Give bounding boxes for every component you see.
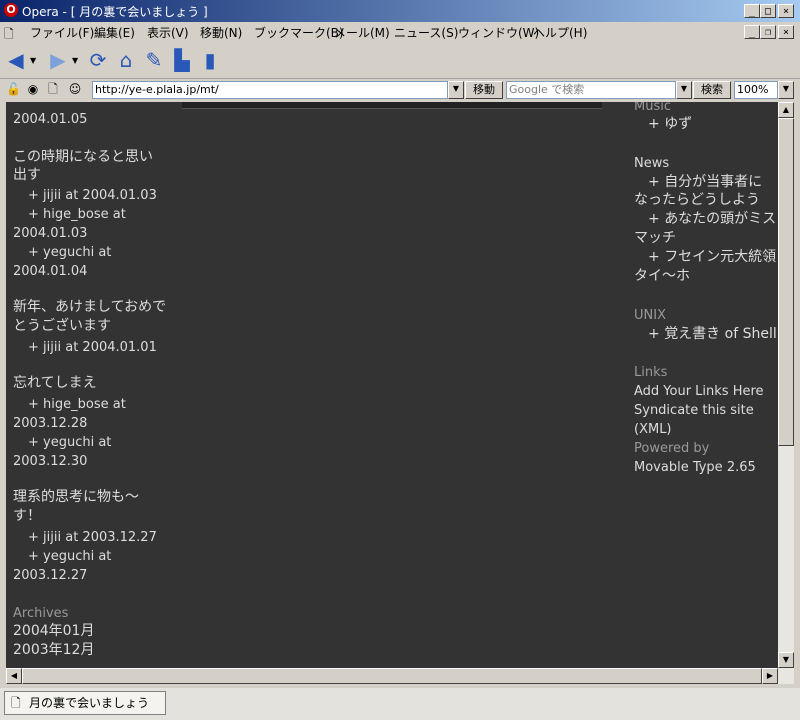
comment-link[interactable]: + jijii at 2003.12.27 xyxy=(28,528,157,547)
doc-minimize-button[interactable]: _ xyxy=(744,25,760,39)
comment-link[interactable]: + yeguchi at xyxy=(28,547,111,566)
news-item[interactable]: + 自分が当事者に xyxy=(648,173,762,192)
menu-file[interactable]: ファイル(F) xyxy=(30,24,94,41)
unix-item[interactable]: + 覚え書き of Shell xyxy=(648,325,777,344)
comment-link[interactable]: + jijii at 2004.01.03 xyxy=(28,186,157,205)
page-icon[interactable]: ▮ xyxy=(198,48,222,72)
comment-date: 2003.12.27 xyxy=(13,568,88,583)
page-tab-icon: 🗋 xyxy=(11,696,21,710)
archive-link[interactable]: 2004年01月 xyxy=(13,622,94,641)
forward-history-icon[interactable]: ▼ xyxy=(72,56,78,65)
go-button[interactable]: 移動 xyxy=(465,81,503,99)
post-title[interactable]: 新年、あけましておめで xyxy=(13,298,166,317)
home-icon[interactable]: ⌂ xyxy=(114,48,138,72)
link-item[interactable]: Add Your Links Here xyxy=(634,382,764,401)
entry-date: 2004.01.05 xyxy=(13,112,88,127)
music-heading: Music xyxy=(634,102,671,114)
menu-edit[interactable]: 編集(E) xyxy=(94,24,135,41)
movable-type-link[interactable]: Movable Type 2.65 xyxy=(634,458,756,477)
syndicate-link[interactable]: Syndicate this site xyxy=(634,401,754,420)
comment-date: 2003.12.28 xyxy=(13,416,88,431)
menu-mail[interactable]: メール(M) xyxy=(334,24,390,41)
opera-logo-icon: O xyxy=(4,3,18,17)
menu-view[interactable]: 表示(V) xyxy=(147,24,189,41)
xml-link[interactable]: (XML) xyxy=(634,420,672,439)
scroll-down-button[interactable]: ▼ xyxy=(778,652,794,668)
security-icon[interactable]: 🔓 xyxy=(6,82,21,96)
menu-bookmarks[interactable]: ブックマーク(B) xyxy=(254,24,344,41)
comment-date: 2003.12.30 xyxy=(13,454,88,469)
center-divider xyxy=(182,102,602,109)
doc-restore-button[interactable]: ❐ xyxy=(760,25,776,39)
post-title[interactable]: 忘れてしまえ xyxy=(13,374,97,393)
news-item-cont[interactable]: タイ〜ホ xyxy=(634,267,690,286)
doc-close-button[interactable]: × xyxy=(778,25,794,39)
window-title: Opera - [ 月の裏で会いましょう ] xyxy=(22,5,208,19)
news-heading: News xyxy=(634,156,670,171)
post-title[interactable]: とうございます xyxy=(13,317,111,336)
page-content: 2004.01.05 この時期になると思い 出す + jijii at 2004… xyxy=(6,102,778,668)
reload-icon[interactable]: ⟳ xyxy=(86,48,110,72)
post-title[interactable]: この時期になると思い xyxy=(13,148,153,167)
zoom-dropdown-button[interactable]: ▼ xyxy=(778,81,794,99)
back-icon[interactable]: ◀ xyxy=(4,48,28,72)
url-input[interactable]: http://ye-e.plala.jp/mt/ xyxy=(92,81,448,99)
post-title[interactable]: 出す xyxy=(13,166,41,185)
vertical-scrollbar[interactable]: ▲ ▼ xyxy=(778,102,794,668)
news-item[interactable]: + フセイン元大統領 xyxy=(648,248,776,267)
search-input[interactable]: Google で検索 xyxy=(506,81,676,99)
archives-heading: Archives xyxy=(13,606,69,621)
hotlist-icon[interactable]: ✎ xyxy=(142,48,166,72)
menu-help[interactable]: ヘルプ(H) xyxy=(533,24,587,41)
music-item[interactable]: + ゆず xyxy=(648,115,692,134)
post-title[interactable]: す！ xyxy=(13,507,41,526)
url-dropdown-button[interactable]: ▼ xyxy=(448,81,464,99)
address-bar: 🔓 ◉ 🗋 ☺ http://ye-e.plala.jp/mt/ ▼ 移動 Go… xyxy=(0,79,800,101)
unix-heading: UNIX xyxy=(634,308,666,323)
post-title[interactable]: 理系的思考に物も〜 xyxy=(13,488,139,507)
menu-news[interactable]: ニュース(S) xyxy=(394,24,458,41)
horizontal-scrollbar[interactable]: ◀ ▶ xyxy=(6,668,794,684)
links-heading: Links xyxy=(634,365,668,380)
archive-link[interactable]: 2003年12月 xyxy=(13,641,94,660)
menu-navigate[interactable]: 移動(N) xyxy=(200,24,242,41)
comment-date: 2004.01.03 xyxy=(13,226,88,241)
horizontal-scroll-thumb[interactable] xyxy=(22,668,762,684)
toolbar: ◀ ▼ ▶ ▼ ⟳ ⌂ ✎ ▙ ▮ xyxy=(0,42,800,79)
menu-window[interactable]: ウィンドウ(W) xyxy=(458,24,539,41)
comment-link[interactable]: + hige_bose at xyxy=(28,395,126,414)
camera-icon[interactable]: ◉ xyxy=(26,82,40,96)
news-item-cont[interactable]: なったらどうしよう xyxy=(634,191,760,210)
comment-link[interactable]: + yeguchi at xyxy=(28,433,111,452)
scroll-right-button[interactable]: ▶ xyxy=(762,668,778,684)
page-tab-title: 月の裏で会いましょう xyxy=(29,696,150,710)
scroll-left-button[interactable]: ◀ xyxy=(6,668,22,684)
comment-link[interactable]: + jijii at 2004.01.01 xyxy=(28,338,157,357)
powered-by-label: Powered by xyxy=(634,441,710,456)
vertical-scroll-thumb[interactable] xyxy=(778,118,794,446)
menu-bar: 🗋 ファイル(F) 編集(E) 表示(V) 移動(N) ブックマーク(B) メー… xyxy=(0,22,800,42)
forward-icon[interactable]: ▶ xyxy=(46,48,70,72)
scroll-up-button[interactable]: ▲ xyxy=(778,102,794,118)
minimize-button[interactable]: _ xyxy=(744,4,760,18)
user-icon[interactable]: ☺ xyxy=(68,82,82,96)
print-icon[interactable]: ▙ xyxy=(170,48,194,72)
page-tab[interactable]: 🗋 月の裏で会いましょう xyxy=(4,691,166,715)
comment-link[interactable]: + hige_bose at xyxy=(28,205,126,224)
search-button[interactable]: 検索 xyxy=(693,81,731,99)
news-item[interactable]: + あなたの頭がミス xyxy=(648,210,776,229)
maximize-button[interactable]: □ xyxy=(760,4,776,18)
close-button[interactable]: × xyxy=(778,4,794,18)
news-item-cont[interactable]: マッチ xyxy=(634,229,676,248)
search-dropdown-button[interactable]: ▼ xyxy=(676,81,692,99)
new-page-icon[interactable]: 🗋 xyxy=(46,82,60,96)
back-history-icon[interactable]: ▼ xyxy=(30,56,36,65)
comment-link[interactable]: + yeguchi at xyxy=(28,243,111,262)
title-bar: O Opera - [ 月の裏で会いましょう ] _ □ × xyxy=(0,0,800,22)
zoom-select[interactable]: 100% xyxy=(734,81,778,99)
comment-date: 2004.01.04 xyxy=(13,264,88,279)
